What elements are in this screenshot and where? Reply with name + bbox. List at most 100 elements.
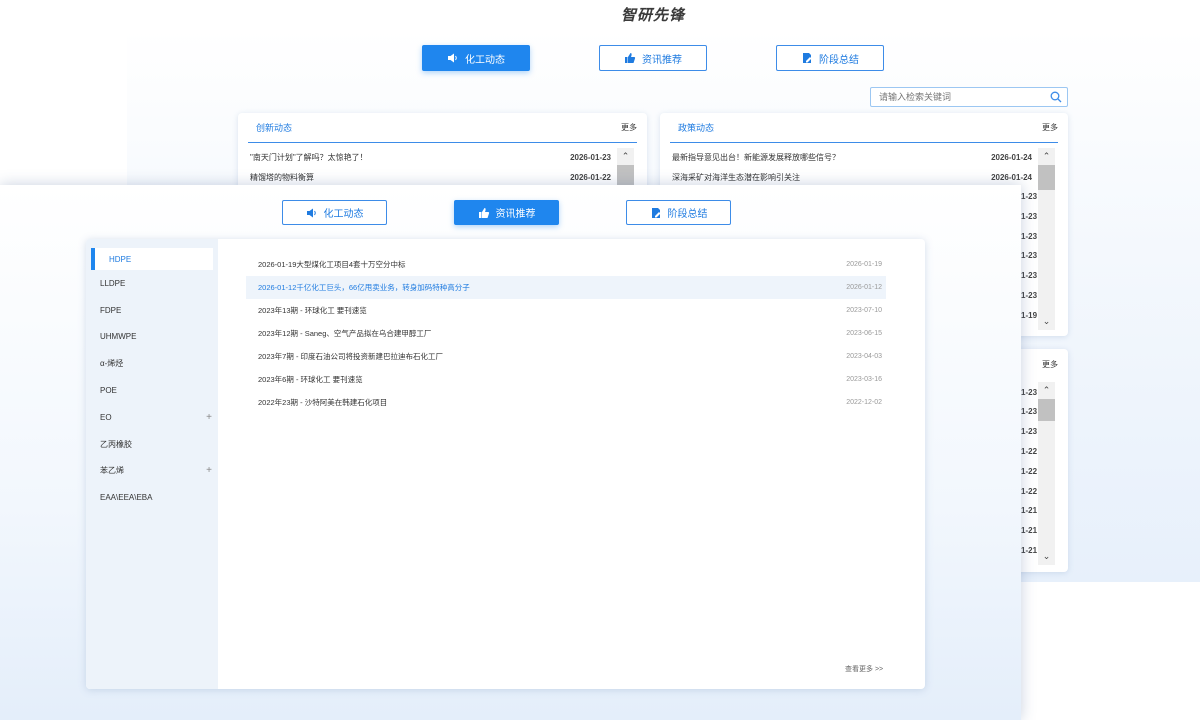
- sidebar-item-label: HDPE: [109, 254, 132, 264]
- card-header: 创新动态 更多: [248, 113, 637, 143]
- list-item[interactable]: 最新指导意见出台！新能源发展释放哪些信号？ 2026-01-24: [660, 147, 1068, 167]
- article-date: 2022-12-02: [846, 399, 882, 406]
- sidebar-item-hdpe[interactable]: HDPE: [91, 248, 213, 270]
- content-panel: HDPE LLDPE FDPE UHMWPE α-烯烃 POE EO + 乙丙橡胶…: [86, 239, 925, 689]
- sidebar-item-label: UHMWPE: [100, 332, 137, 342]
- scrollbar[interactable]: ⌃: [617, 148, 634, 188]
- sidebar-item-styrene[interactable]: 苯乙烯 +: [86, 458, 218, 485]
- tab-label: 资讯推荐: [495, 209, 536, 220]
- article-row[interactable]: 2023年6期 - 环球化工 要刊速览 2023-03-16: [246, 368, 886, 391]
- peek-date: 1-23: [1021, 251, 1038, 260]
- list-item[interactable]: 精馏塔的物料衡算 2026-01-22: [238, 167, 647, 187]
- item-title: 深海采矿对海洋生态潜在影响引关注: [672, 172, 800, 182]
- card-list: "南天门计划"了解吗？太惊艳了！ 2026-01-23 精馏塔的物料衡算 2026-…: [238, 143, 647, 187]
- scrollbar[interactable]: ⌃ ⌄: [1038, 382, 1055, 565]
- item-title: 最新指导意见出台！新能源发展释放哪些信号？: [672, 152, 840, 162]
- search-icon[interactable]: [1050, 91, 1062, 103]
- document-edit-icon: [651, 207, 660, 218]
- scroll-down-arrow-icon[interactable]: ⌄: [1038, 548, 1055, 565]
- card-title: 政策动态: [678, 123, 715, 133]
- sidebar-item-lldpe[interactable]: LLDPE: [86, 270, 218, 297]
- peek-date: 1-23: [1021, 427, 1038, 436]
- article-row[interactable]: 2023年13期 - 环球化工 要刊速览 2023-07-10: [246, 299, 886, 322]
- more-link[interactable]: 更多: [1042, 359, 1058, 370]
- card-title: 创新动态: [256, 123, 293, 133]
- article-row[interactable]: 2026-01-19大型煤化工项目4套十万空分中标 2026-01-19: [246, 253, 886, 276]
- article-title: 2022年23期 - 沙特阿美在韩建石化项目: [258, 398, 388, 407]
- peek-date: 1-21: [1021, 506, 1038, 515]
- peek-date: 1-22: [1021, 467, 1038, 476]
- expand-plus-icon[interactable]: +: [206, 465, 212, 476]
- tab-label: 阶段总结: [667, 209, 708, 220]
- sidebar-item-label: LLDPE: [100, 278, 126, 288]
- article-title: 2023年13期 - 环球化工 要刊速览: [258, 306, 367, 315]
- more-link[interactable]: 更多: [621, 122, 637, 133]
- list-item[interactable]: "南天门计划"了解吗？太惊艳了！ 2026-01-23: [238, 147, 647, 167]
- sidebar-item-eaa[interactable]: EAA\EEA\EBA: [86, 484, 218, 511]
- article-date: 2023-03-16: [846, 376, 882, 383]
- tab-summary[interactable]: 阶段总结: [626, 200, 731, 225]
- article-row[interactable]: 2026-01-12千亿化工巨头，66亿甩卖业务，转身加码特种高分子 2026-0…: [246, 276, 886, 299]
- article-title: 2023年6期 - 环球化工 要刊速览: [258, 375, 363, 384]
- sidebar-item-label: 乙丙橡胶: [100, 439, 132, 449]
- scroll-up-arrow-icon[interactable]: ⌃: [1038, 382, 1055, 399]
- category-sidebar: HDPE LLDPE FDPE UHMWPE α-烯烃 POE EO + 乙丙橡胶…: [86, 239, 218, 689]
- sidebar-item-alpha-olefin[interactable]: α-烯烃: [86, 350, 218, 377]
- sidebar-item-label: EO: [100, 412, 112, 422]
- article-date: 2026-01-19: [846, 261, 882, 268]
- scroll-up-arrow-icon[interactable]: ⌃: [617, 148, 634, 165]
- sidebar-item-label: α-烯烃: [100, 359, 124, 369]
- search-box[interactable]: [870, 87, 1068, 107]
- article-date: 2026-01-12: [846, 284, 882, 291]
- back-tab-summary[interactable]: 阶段总结: [776, 45, 884, 71]
- sidebar-item-label: POE: [100, 386, 117, 396]
- sidebar-item-poe[interactable]: POE: [86, 377, 218, 404]
- article-list: 2026-01-19大型煤化工项目4套十万空分中标 2026-01-19 2026…: [246, 253, 886, 414]
- scrollbar[interactable]: ⌃ ⌄: [1038, 148, 1055, 330]
- sidebar-item-uhmwpe[interactable]: UHMWPE: [86, 324, 218, 351]
- scroll-down-arrow-icon[interactable]: ⌄: [1038, 313, 1055, 330]
- sidebar-item-fdpe[interactable]: FDPE: [86, 297, 218, 324]
- scroll-up-arrow-icon[interactable]: ⌃: [1038, 148, 1055, 165]
- back-tab-label: 化工动态: [465, 54, 505, 66]
- peek-date: 1-23: [1021, 291, 1038, 300]
- article-title: 2026-01-19大型煤化工项目4套十万空分中标: [258, 260, 406, 269]
- item-date: 2026-01-23: [570, 152, 611, 162]
- article-row[interactable]: 2023年12期 - Saneg、空气产品拟在乌合建甲醇工厂 2023-06-15: [246, 322, 886, 345]
- list-item[interactable]: 深海采矿对海洋生态潜在影响引关注 2026-01-24: [660, 167, 1068, 187]
- scroll-thumb[interactable]: [1038, 165, 1055, 190]
- peek-date: 1-21: [1021, 526, 1038, 535]
- item-date: 2026-01-24: [991, 172, 1032, 182]
- front-tab-bar: 化工动态 资讯推荐 阶段总结: [282, 200, 731, 225]
- view-more-link[interactable]: 查看更多 >>: [845, 664, 883, 674]
- peek-date: 1-23: [1021, 271, 1038, 280]
- item-date: 2026-01-22: [570, 172, 611, 182]
- tab-recommend[interactable]: 资讯推荐: [454, 200, 559, 225]
- scroll-thumb[interactable]: [1038, 399, 1055, 421]
- expand-plus-icon[interactable]: +: [206, 412, 212, 423]
- sidebar-item-label: 苯乙烯: [100, 466, 124, 476]
- article-row[interactable]: 2022年23期 - 沙特阿美在韩建石化项目 2022-12-02: [246, 391, 886, 414]
- search-input[interactable]: [871, 92, 1041, 102]
- sidebar-item-label: FDPE: [100, 305, 122, 315]
- thumbs-up-icon: [478, 207, 489, 218]
- back-tab-chemical-news[interactable]: 化工动态: [422, 45, 530, 71]
- sidebar-item-label: EAA\EEA\EBA: [100, 493, 153, 503]
- article-row[interactable]: 2023年7期 - 印度石油公司将投资新建巴拉迪布石化工厂 2023-04-03: [246, 345, 886, 368]
- back-tab-recommend[interactable]: 资讯推荐: [599, 45, 707, 71]
- app-title: 智研先锋: [620, 7, 685, 24]
- peek-date: 1-21: [1021, 546, 1038, 555]
- item-title: "南天门计划"了解吗？太惊艳了！: [250, 152, 368, 162]
- peek-date: 1-23: [1021, 407, 1038, 416]
- back-tab-label: 阶段总结: [819, 54, 859, 66]
- article-title: 2023年7期 - 印度石油公司将投资新建巴拉迪布石化工厂: [258, 352, 444, 361]
- back-tab-bar: 化工动态 资讯推荐 阶段总结: [422, 45, 884, 71]
- article-date: 2023-04-03: [846, 353, 882, 360]
- speaker-icon: [306, 208, 316, 217]
- more-link[interactable]: 更多: [1042, 122, 1058, 133]
- sidebar-item-eo[interactable]: EO +: [86, 404, 218, 431]
- sidebar-item-epdm[interactable]: 乙丙橡胶: [86, 431, 218, 458]
- thumbs-up-icon: [625, 53, 636, 63]
- peek-date: 1-22: [1021, 487, 1038, 496]
- tab-chemical-news[interactable]: 化工动态: [282, 200, 387, 225]
